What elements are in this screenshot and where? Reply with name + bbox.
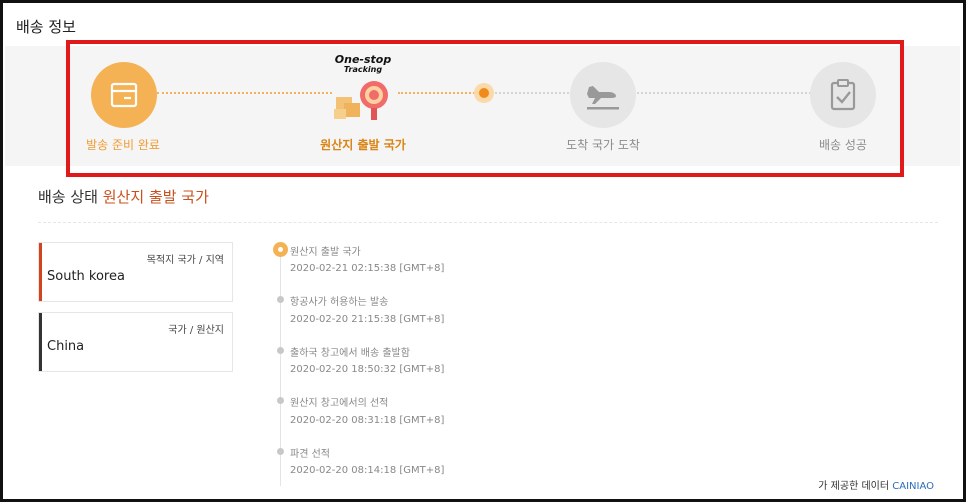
timeline-event-time: 2020-02-20 21:15:38 [GMT+8] xyxy=(290,314,445,325)
shipping-status-label: 배송 상태 xyxy=(38,188,98,206)
timeline-dot xyxy=(277,397,284,404)
destination-caption: 목적지 국가 / 지역 xyxy=(146,255,224,266)
timeline-current-icon xyxy=(273,242,288,257)
timeline-dot xyxy=(277,448,284,455)
timeline-event-time: 2020-02-20 08:14:18 [GMT+8] xyxy=(290,465,445,476)
origin-card: 국가 / 원산지 China xyxy=(38,312,233,372)
timeline-event-time: 2020-02-20 08:31:18 [GMT+8] xyxy=(290,415,445,426)
shipping-status: 배송 상태 원산지 출발 국가 xyxy=(38,186,209,207)
data-credit: 가 제공한 데이터 CAINIAO xyxy=(818,477,934,492)
destination-accent-bar xyxy=(39,243,42,301)
timeline-dot xyxy=(277,347,284,354)
timeline-event-title: 파견 선적 xyxy=(290,449,330,460)
timeline-event-time: 2020-02-20 18:50:32 [GMT+8] xyxy=(290,364,445,375)
timeline-event-title: 원산지 출발 국가 xyxy=(290,247,361,258)
destination-card: 목적지 국가 / 지역 South korea xyxy=(38,242,233,302)
timeline-event-time: 2020-02-21 02:15:38 [GMT+8] xyxy=(290,263,445,274)
page-title: 배송 정보 xyxy=(16,18,76,36)
timeline-event-title: 출하국 창고에서 배송 출발함 xyxy=(290,348,410,359)
shipping-status-value: 원산지 출발 국가 xyxy=(102,188,209,206)
origin-caption: 국가 / 원산지 xyxy=(168,325,224,336)
origin-accent-bar xyxy=(39,313,42,371)
timeline-event-title: 원산지 창고에서의 선적 xyxy=(290,398,389,409)
divider xyxy=(38,222,938,223)
timeline-event-title: 항공사가 허용하는 발송 xyxy=(290,297,389,308)
timeline-dot xyxy=(277,296,284,303)
data-credit-brand-link[interactable]: CAINIAO xyxy=(892,481,934,492)
data-credit-text: 가 제공한 데이터 xyxy=(818,481,890,492)
destination-country: South korea xyxy=(47,269,125,284)
origin-country: China xyxy=(47,339,85,354)
annotation-highlight-box xyxy=(66,40,904,177)
